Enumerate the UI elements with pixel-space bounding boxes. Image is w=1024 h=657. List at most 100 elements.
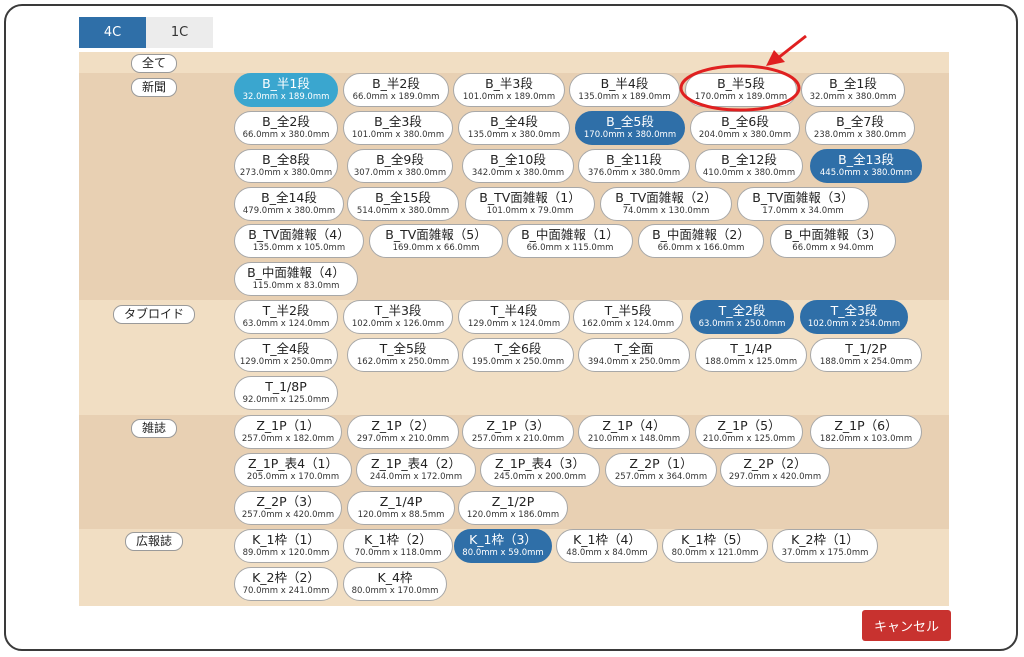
size-button-dimensions: 394.0mm x 250.0mm xyxy=(587,357,681,367)
tab-1c[interactable]: 1C xyxy=(146,17,213,48)
size-button-dimensions: 342.0mm x 380.0mm xyxy=(471,168,565,178)
size-button[interactable]: B_中面雑報（3） 66.0mm x 94.0mm xyxy=(770,224,896,258)
size-button-name: B_中面雑報（3） xyxy=(784,227,882,242)
section-label-pr-magazine[interactable]: 広報誌 xyxy=(124,532,183,551)
size-button-dimensions: 210.0mm x 125.0mm xyxy=(702,434,796,444)
size-button[interactable]: Z_2P（1） 257.0mm x 364.0mm xyxy=(605,453,717,487)
size-button[interactable]: B_半1段 32.0mm x 189.0mm xyxy=(234,73,338,107)
size-button-name: B_全7段 xyxy=(836,114,884,129)
size-button[interactable]: B_半3段 101.0mm x 189.0mm xyxy=(453,73,565,107)
size-button[interactable]: Z_1/4P 120.0mm x 88.5mm xyxy=(347,491,455,525)
size-button[interactable]: B_中面雑報（4） 115.0mm x 83.0mm xyxy=(234,262,358,296)
size-button[interactable]: B_TV面雑報（1） 101.0mm x 79.0mm xyxy=(465,187,595,221)
size-button[interactable]: T_全3段 102.0mm x 254.0mm xyxy=(800,300,908,334)
size-button[interactable]: T_全面 394.0mm x 250.0mm xyxy=(578,338,690,372)
filter-all-button[interactable]: 全て xyxy=(130,54,177,73)
size-button[interactable]: T_1/8P 92.0mm x 125.0mm xyxy=(234,376,338,410)
size-button-name: Z_1P_表4（2） xyxy=(371,456,461,471)
section-label-tabloid[interactable]: タブロイド xyxy=(112,305,195,324)
size-button[interactable]: B_全14段 479.0mm x 380.0mm xyxy=(234,187,344,221)
size-button[interactable]: B_TV面雑報（2） 74.0mm x 130.0mm xyxy=(600,187,732,221)
section-label-newspaper[interactable]: 新聞 xyxy=(130,78,177,97)
size-button[interactable]: T_半4段 129.0mm x 124.0mm xyxy=(458,300,570,334)
size-button-name: Z_1P_表4（1） xyxy=(248,456,338,471)
size-button[interactable]: Z_1P_表4（1） 205.0mm x 170.0mm xyxy=(234,453,352,487)
size-button[interactable]: B_半5段 170.0mm x 189.0mm xyxy=(685,73,797,107)
size-button[interactable]: T_半2段 63.0mm x 124.0mm xyxy=(234,300,338,334)
size-button[interactable]: B_全7段 238.0mm x 380.0mm xyxy=(805,111,915,145)
size-button[interactable]: B_全4段 135.0mm x 380.0mm xyxy=(458,111,570,145)
size-button[interactable]: K_1枠（3） 80.0mm x 59.0mm xyxy=(454,529,552,563)
size-button[interactable]: T_全4段 129.0mm x 250.0mm xyxy=(234,338,338,372)
cancel-button[interactable]: キャンセル xyxy=(862,610,951,641)
size-button[interactable]: K_1枠（5） 80.0mm x 121.0mm xyxy=(662,529,768,563)
size-button[interactable]: K_2枠（2） 70.0mm x 241.0mm xyxy=(234,567,338,601)
size-button-name: K_1枠（2） xyxy=(364,532,432,547)
size-button-name: T_全6段 xyxy=(494,341,542,356)
size-button[interactable]: T_1/2P 188.0mm x 254.0mm xyxy=(810,338,922,372)
size-button-name: T_半2段 xyxy=(262,303,310,318)
size-button[interactable]: B_半4段 135.0mm x 189.0mm xyxy=(569,73,680,107)
size-button-dimensions: 115.0mm x 83.0mm xyxy=(252,281,340,291)
size-button-name: Z_2P（1） xyxy=(629,456,693,471)
size-button-dimensions: 245.0mm x 200.0mm xyxy=(493,472,587,482)
size-button[interactable]: T_半3段 102.0mm x 126.0mm xyxy=(343,300,453,334)
size-button-name: B_全15段 xyxy=(375,190,431,205)
size-button[interactable]: T_全2段 63.0mm x 250.0mm xyxy=(690,300,794,334)
size-button-dimensions: 63.0mm x 250.0mm xyxy=(698,319,786,329)
size-button[interactable]: B_全9段 307.0mm x 380.0mm xyxy=(347,149,453,183)
size-button[interactable]: B_全8段 273.0mm x 380.0mm xyxy=(234,149,338,183)
size-button[interactable]: B_全2段 66.0mm x 380.0mm xyxy=(234,111,338,145)
size-button[interactable]: B_中面雑報（2） 66.0mm x 166.0mm xyxy=(638,224,764,258)
size-button[interactable]: Z_2P（3） 257.0mm x 420.0mm xyxy=(234,491,342,525)
size-button[interactable]: Z_1/2P 120.0mm x 186.0mm xyxy=(458,491,568,525)
size-button-dimensions: 244.0mm x 172.0mm xyxy=(369,472,463,482)
size-button-dimensions: 70.0mm x 118.0mm xyxy=(354,548,442,558)
size-button[interactable]: Z_1P_表4（2） 244.0mm x 172.0mm xyxy=(356,453,476,487)
size-button-name: B_全13段 xyxy=(838,152,894,167)
size-button[interactable]: B_TV面雑報（3） 17.0mm x 34.0mm xyxy=(737,187,869,221)
size-button[interactable]: B_全3段 101.0mm x 380.0mm xyxy=(343,111,453,145)
size-button-dimensions: 120.0mm x 88.5mm xyxy=(357,510,445,520)
size-button[interactable]: B_全15段 514.0mm x 380.0mm xyxy=(347,187,459,221)
tab-4c[interactable]: 4C xyxy=(79,17,146,48)
size-button-dimensions: 205.0mm x 170.0mm xyxy=(246,472,340,482)
size-button[interactable]: Z_1P（2） 297.0mm x 210.0mm xyxy=(347,415,459,449)
size-button-name: T_半4段 xyxy=(490,303,538,318)
size-button[interactable]: B_全1段 32.0mm x 380.0mm xyxy=(801,73,905,107)
size-button[interactable]: B_全6段 204.0mm x 380.0mm xyxy=(690,111,800,145)
size-button[interactable]: B_全10段 342.0mm x 380.0mm xyxy=(462,149,574,183)
size-button[interactable]: T_全5段 162.0mm x 250.0mm xyxy=(347,338,459,372)
size-button-name: K_1枠（1） xyxy=(252,532,320,547)
size-button[interactable]: K_2枠（1） 37.0mm x 175.0mm xyxy=(772,529,878,563)
size-button[interactable]: K_1枠（1） 89.0mm x 120.0mm xyxy=(234,529,338,563)
size-button[interactable]: Z_1P（4） 210.0mm x 148.0mm xyxy=(578,415,690,449)
size-button[interactable]: Z_1P（6） 182.0mm x 103.0mm xyxy=(810,415,922,449)
size-button[interactable]: K_4枠 80.0mm x 170.0mm xyxy=(343,567,447,601)
size-button[interactable]: Z_1P（3） 257.0mm x 210.0mm xyxy=(462,415,574,449)
size-button[interactable]: K_1枠（4） 48.0mm x 84.0mm xyxy=(556,529,658,563)
size-button[interactable]: B_全13段 445.0mm x 380.0mm xyxy=(810,149,922,183)
section-label-magazine[interactable]: 雑誌 xyxy=(130,419,177,438)
size-button[interactable]: B_全5段 170.0mm x 380.0mm xyxy=(575,111,685,145)
size-button-name: Z_1P（3） xyxy=(486,418,550,433)
size-button-name: B_半4段 xyxy=(600,76,649,91)
size-button[interactable]: T_全6段 195.0mm x 250.0mm xyxy=(462,338,574,372)
size-button[interactable]: B_全11段 376.0mm x 380.0mm xyxy=(578,149,690,183)
size-button[interactable]: Z_2P（2） 297.0mm x 420.0mm xyxy=(720,453,830,487)
size-button[interactable]: Z_1P（5） 210.0mm x 125.0mm xyxy=(695,415,803,449)
size-button[interactable]: T_1/4P 188.0mm x 125.0mm xyxy=(695,338,807,372)
size-button[interactable]: Z_1P_表4（3） 245.0mm x 200.0mm xyxy=(480,453,600,487)
size-button-name: T_全5段 xyxy=(379,341,427,356)
size-button[interactable]: K_1枠（2） 70.0mm x 118.0mm xyxy=(343,529,453,563)
size-button-name: T_半3段 xyxy=(374,303,422,318)
size-button[interactable]: B_TV面雑報（4） 135.0mm x 105.0mm xyxy=(234,224,364,258)
size-button[interactable]: T_半5段 162.0mm x 124.0mm xyxy=(573,300,683,334)
size-button[interactable]: B_TV面雑報（5） 169.0mm x 66.0mm xyxy=(369,224,503,258)
size-button[interactable]: B_中面雑報（1） 66.0mm x 115.0mm xyxy=(507,224,633,258)
size-button-dimensions: 80.0mm x 59.0mm xyxy=(462,548,544,558)
size-button-dimensions: 102.0mm x 254.0mm xyxy=(807,319,901,329)
size-button[interactable]: Z_1P（1） 257.0mm x 182.0mm xyxy=(234,415,342,449)
size-button[interactable]: B_全12段 410.0mm x 380.0mm xyxy=(695,149,803,183)
size-button[interactable]: B_半2段 66.0mm x 189.0mm xyxy=(343,73,449,107)
